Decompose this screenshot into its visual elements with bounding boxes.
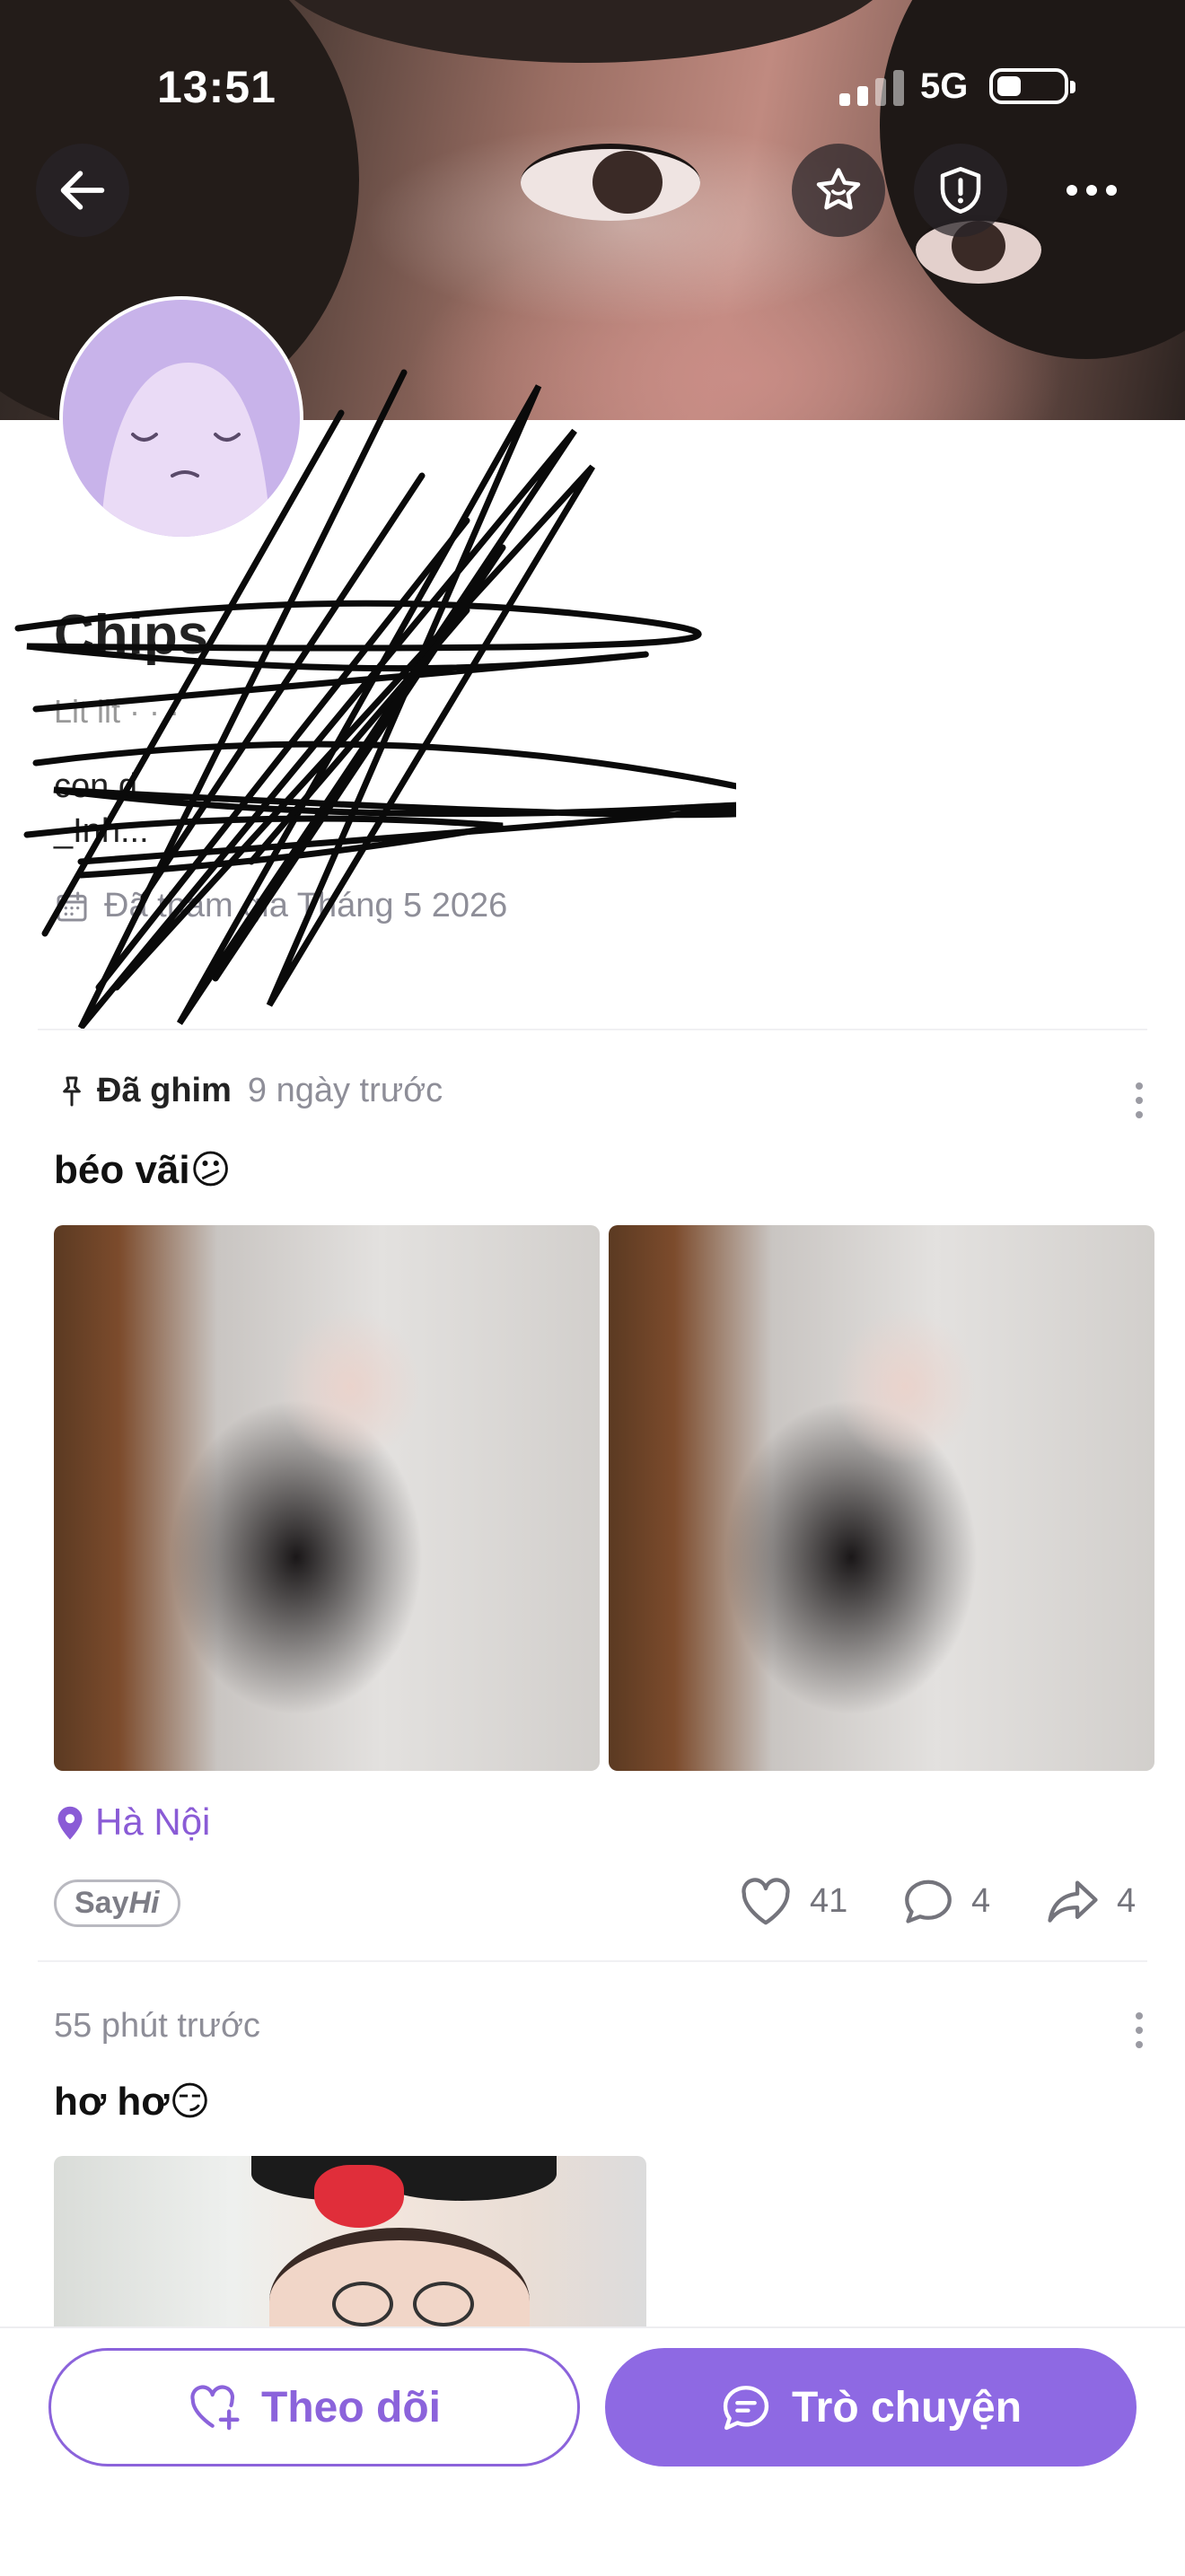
post-options-button[interactable] bbox=[1136, 2012, 1145, 2048]
post-time: 9 ngày trước bbox=[247, 1072, 443, 1109]
post-text: hơ hơ😏 bbox=[54, 2080, 211, 2124]
post-location[interactable]: Hà Nội bbox=[54, 1801, 210, 1844]
heart-icon bbox=[742, 1878, 790, 1925]
post-text: béo vãi😕 bbox=[54, 1148, 232, 1192]
post-options-button[interactable] bbox=[1136, 1082, 1145, 1118]
location-text: Hà Nội bbox=[95, 1801, 211, 1843]
scribble-redaction bbox=[14, 369, 736, 1030]
tag-bold: Say bbox=[75, 1886, 129, 1920]
sayhi-tag[interactable]: SayHi bbox=[54, 1879, 180, 1927]
post-time: 55 phút trước bbox=[54, 2007, 260, 2045]
chat-icon bbox=[723, 2386, 769, 2431]
network-type: 5G bbox=[920, 66, 969, 106]
back-arrow-icon bbox=[60, 171, 105, 210]
more-options-button[interactable] bbox=[1045, 144, 1138, 237]
comment-button[interactable]: 4 bbox=[901, 1876, 990, 1926]
pin-icon bbox=[63, 1076, 81, 1106]
status-time: 13:51 bbox=[157, 62, 276, 112]
heart-plus-icon bbox=[190, 2385, 240, 2431]
pinned-label: Đã ghim bbox=[54, 1072, 232, 1110]
more-icon bbox=[1066, 185, 1117, 196]
post-photo[interactable] bbox=[54, 1225, 600, 1771]
chat-label: Trò chuyện bbox=[791, 2383, 1023, 2431]
like-button[interactable]: 41 bbox=[738, 1876, 847, 1926]
location-pin-icon bbox=[57, 1806, 83, 1840]
follow-label: Theo dõi bbox=[261, 2383, 441, 2431]
pinned-text: Đã ghim bbox=[97, 1072, 232, 1109]
report-button[interactable] bbox=[914, 144, 1007, 237]
comment-count: 4 bbox=[971, 1881, 991, 1920]
star-icon bbox=[816, 168, 861, 210]
comment-icon bbox=[905, 1879, 952, 1923]
post-photo[interactable] bbox=[609, 1225, 1154, 1771]
battery-icon bbox=[989, 68, 1075, 104]
chat-button[interactable]: Trò chuyện bbox=[605, 2348, 1137, 2466]
share-button[interactable]: 4 bbox=[1045, 1876, 1136, 1926]
post-photo[interactable] bbox=[54, 2156, 646, 2326]
divider bbox=[38, 1029, 1147, 1030]
favorite-button[interactable] bbox=[792, 144, 885, 237]
share-count: 4 bbox=[1117, 1881, 1137, 1920]
back-button[interactable] bbox=[36, 144, 129, 237]
post-header: Đã ghim 9 ngày trước bbox=[54, 1072, 443, 1110]
post-header: 55 phút trước bbox=[54, 2007, 260, 2046]
follow-button[interactable]: Theo dõi bbox=[48, 2348, 580, 2466]
share-icon bbox=[1048, 1880, 1098, 1923]
tag-italic: Hi bbox=[128, 1886, 160, 1920]
divider bbox=[38, 1960, 1147, 1962]
signal-icon bbox=[839, 70, 909, 110]
shield-alert-icon bbox=[940, 167, 981, 214]
like-count: 41 bbox=[810, 1881, 848, 1920]
